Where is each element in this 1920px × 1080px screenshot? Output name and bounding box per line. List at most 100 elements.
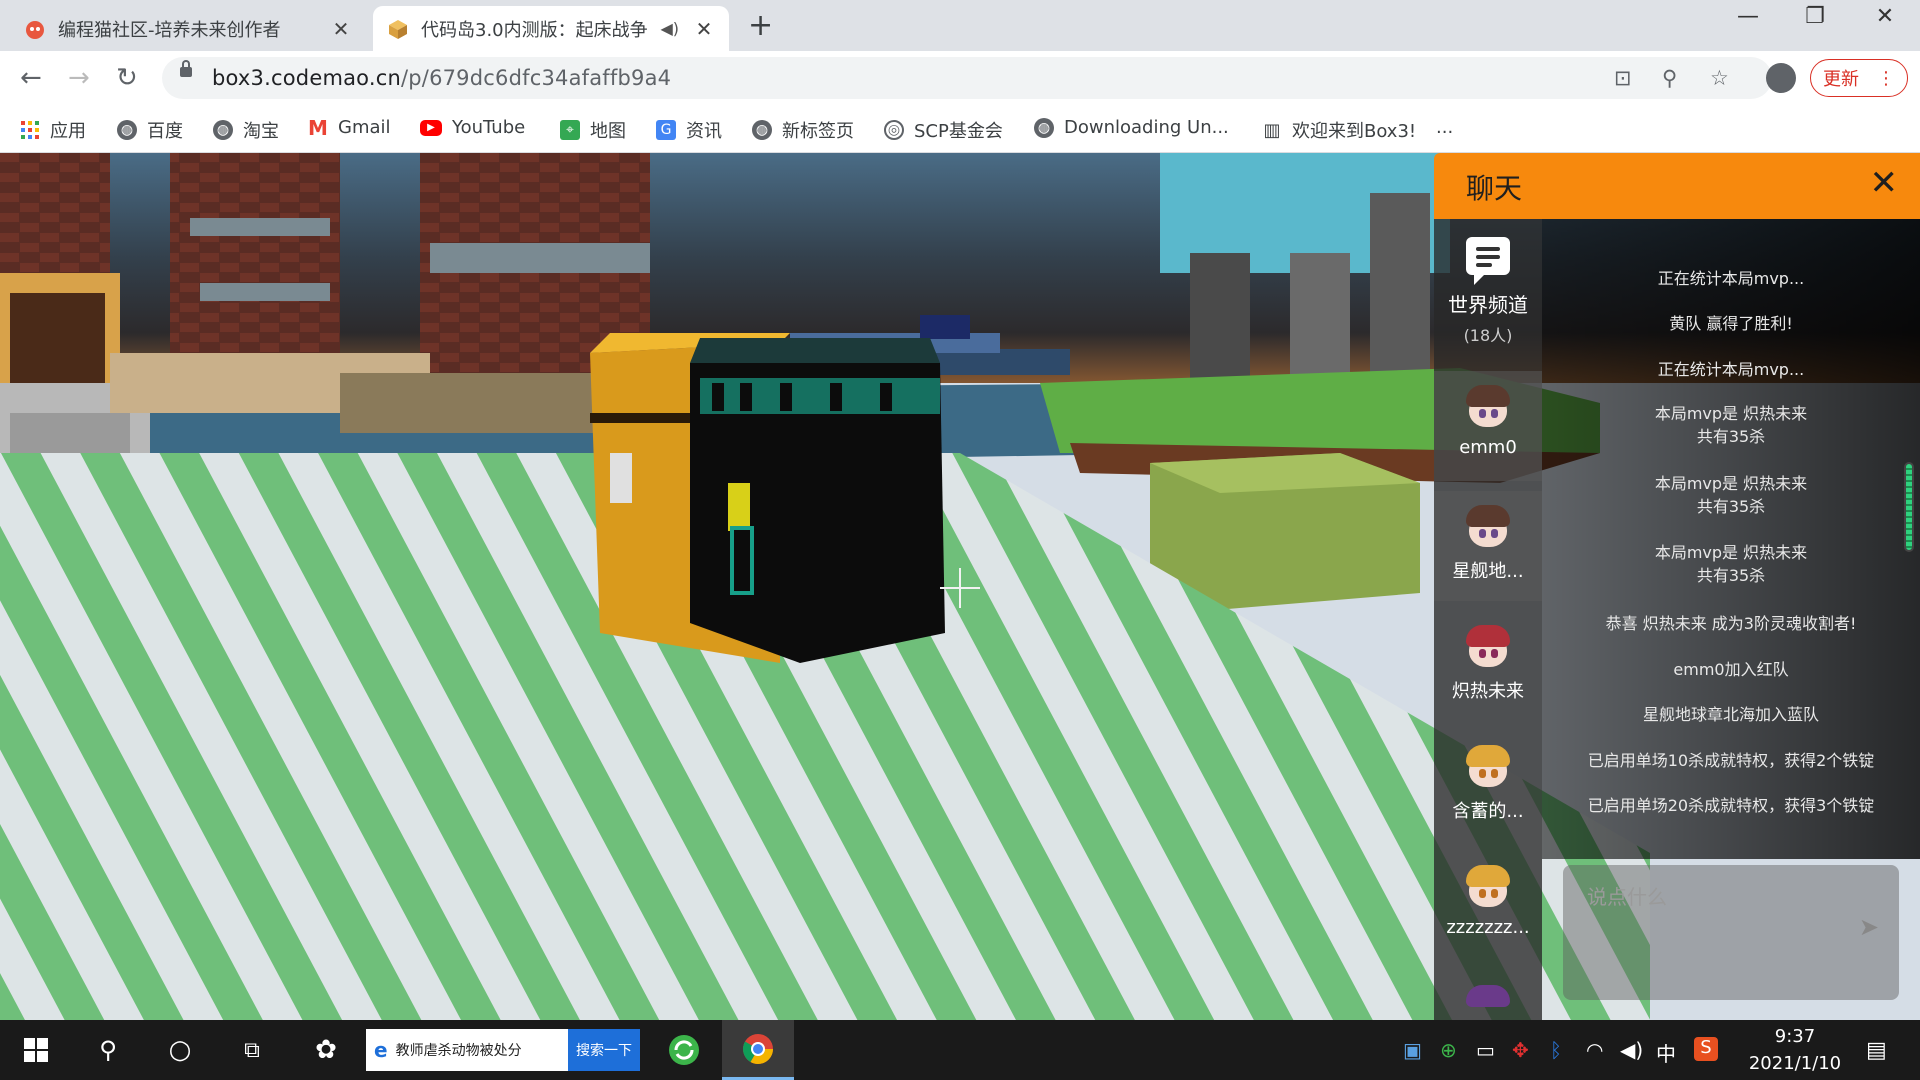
translate-icon[interactable]: ⊡ [1614, 66, 1632, 90]
profile-avatar-icon[interactable] [1766, 63, 1796, 93]
bookmark-taobao[interactable]: ◍ 淘宝 [213, 117, 279, 143]
player-name: 炽热未来 [1452, 681, 1524, 702]
green-refresh-app-icon[interactable] [662, 1020, 706, 1080]
chat-message: 星舰地球章北海加入蓝队 [1642, 705, 1819, 724]
lock-icon[interactable] [180, 60, 192, 77]
new-tab-button[interactable]: + [748, 8, 773, 43]
tab-close-icon[interactable]: ✕ [330, 17, 352, 41]
globe-icon: ◍ [213, 120, 233, 140]
chat-message: 正在统计本局mvp... [1657, 360, 1805, 379]
chat-message: 已启用单场10杀成就特权，获得2个铁锭 [1587, 751, 1875, 770]
notification-center-icon[interactable]: ▤ [1866, 1038, 1887, 1063]
chat-message: 正在统计本局mvp... [1657, 269, 1805, 288]
player-item[interactable] [1434, 971, 1542, 1020]
chat-title: 聊天 [1466, 172, 1523, 205]
chrome-taskbar-icon[interactable] [722, 1020, 794, 1080]
player-avatar [1465, 985, 1511, 1020]
player-avatar [1465, 865, 1511, 911]
browser-toolbar: ← → ↻ box3.codemao.cn/p/679dc6dfc34afaff… [0, 51, 1920, 105]
bluetooth-icon[interactable]: ᛒ [1550, 1038, 1562, 1062]
back-button[interactable]: ← [20, 63, 42, 93]
tray-plus-icon[interactable]: ⊕ [1440, 1038, 1457, 1062]
chat-message-list[interactable]: 正在统计本局mvp... 黄队 赢得了胜利! 正在统计本局mvp... 本局mv… [1542, 219, 1920, 859]
player-name: 含蓄的... [1452, 801, 1524, 822]
player-avatar [1465, 505, 1511, 551]
windows-taskbar: ⚲ ○ ⧉ ✿ e 教师虐杀动物被处分 搜索一下 ▣ ⊕ ▭ ✥ ᛒ ◠ ◀) … [0, 1020, 1920, 1080]
chat-message: emm0加入红队 [1673, 660, 1789, 679]
search-widget-button[interactable]: 搜索一下 [568, 1029, 640, 1071]
globe-icon: ◍ [1034, 117, 1054, 138]
player-avatar [1465, 385, 1511, 431]
tray-paw-icon[interactable]: ✥ [1512, 1038, 1529, 1062]
bookmark-gmail[interactable]: M Gmail [308, 116, 390, 140]
channel-name: 世界频道 [1448, 293, 1528, 317]
bookmark-youtube[interactable]: ▶ YouTube [420, 117, 525, 138]
zoom-icon[interactable]: ⚲ [1662, 66, 1677, 90]
tray-app-icon[interactable]: ▣ [1403, 1038, 1422, 1062]
menu-kebab-icon[interactable]: ⋮ [1877, 68, 1895, 89]
book-icon: ▥ [1263, 119, 1281, 141]
bookmark-baidu[interactable]: ◍ 百度 [117, 117, 183, 143]
start-windows-icon[interactable] [14, 1020, 58, 1080]
tab-title: 代码岛3.0内测版：起床战争 [421, 19, 648, 41]
youtube-icon: ▶ [420, 119, 442, 136]
taskbar-search-widget[interactable]: e 教师虐杀动物被处分 搜索一下 [366, 1029, 640, 1071]
clock-date: 2021/1/10 [1748, 1053, 1842, 1074]
task-view-icon[interactable]: ⧉ [230, 1020, 274, 1080]
player-item[interactable]: 炽热未来 [1434, 611, 1542, 721]
address-bar[interactable]: box3.codemao.cn/p/679dc6dfc34afaffb9a4 ⊡… [162, 57, 1772, 99]
reload-button[interactable]: ↻ [116, 63, 138, 93]
bookmarks-overflow[interactable]: ... [1436, 117, 1453, 138]
search-icon[interactable]: ⚲ [86, 1020, 130, 1080]
sogou-ime-icon[interactable]: S [1694, 1037, 1718, 1061]
ime-indicator[interactable]: 中 [1656, 1038, 1676, 1067]
audio-playing-icon[interactable]: ◀) [660, 19, 679, 38]
chat-bubble-icon [1466, 237, 1510, 285]
bookmarks-bar: 应用 ◍ 百度 ◍ 淘宝 M Gmail ▶ YouTube ⌖ 地图 G 资讯 ◍ 新标签页… [0, 105, 1920, 153]
channel-member-count: (18人) [1463, 326, 1513, 345]
bookmark-box3[interactable]: ▥ 欢迎来到Box3! [1262, 117, 1416, 143]
forward-button[interactable]: → [68, 63, 90, 93]
close-window-button[interactable]: ✕ [1862, 4, 1908, 29]
restore-button[interactable]: ❐ [1792, 4, 1838, 29]
url-text[interactable]: box3.codemao.cn/p/679dc6dfc34afaffb9a4 [212, 66, 671, 90]
chat-message: 本局mvp是 炽热未来 共有35杀 [1654, 404, 1808, 446]
cortana-icon[interactable]: ○ [158, 1020, 202, 1080]
player-item[interactable]: 含蓄的... [1434, 731, 1542, 841]
globe-icon: ◍ [752, 120, 772, 140]
send-icon[interactable]: ➤ [1859, 913, 1879, 941]
chat-input[interactable]: 说点什么 ➤ [1563, 865, 1899, 1000]
pinwheel-app-icon[interactable]: ✿ [304, 1020, 348, 1080]
volume-icon[interactable]: ◀) [1620, 1038, 1643, 1062]
bookmark-maps[interactable]: ⌖ 地图 [560, 117, 626, 143]
bookmark-star-icon[interactable]: ☆ [1710, 66, 1729, 90]
player-name: emm0 [1459, 437, 1517, 458]
bookmark-apps[interactable]: 应用 [20, 117, 86, 143]
tab-strip: 编程猫社区-培养未来创作者 ✕ 代码岛3.0内测版：起床战争 ◀) ✕ + — … [0, 0, 1920, 51]
chat-message: 黄队 赢得了胜利! [1669, 314, 1793, 333]
update-button[interactable]: 更新 ⋮ [1810, 59, 1908, 97]
bookmark-downloading[interactable]: ◍ Downloading Un... [1034, 117, 1229, 138]
bookmark-scp[interactable]: ◎ SCP基金会 [884, 117, 1003, 143]
codemao-favicon-icon [24, 18, 46, 40]
tab-close-icon[interactable]: ✕ [693, 17, 715, 41]
news-icon: G [656, 120, 676, 140]
minimize-button[interactable]: — [1725, 4, 1771, 29]
tray-battery-icon[interactable]: ▭ [1476, 1038, 1495, 1062]
clock-time: 9:37 [1774, 1026, 1816, 1047]
tab-codemao-community[interactable]: 编程猫社区-培养未来创作者 ✕ [10, 6, 366, 51]
tab-box3-game[interactable]: 代码岛3.0内测版：起床战争 ◀) ✕ [373, 6, 729, 51]
chat-scrollbar[interactable] [1904, 462, 1914, 552]
chat-close-button[interactable]: ✕ [1870, 163, 1899, 203]
player-item[interactable]: emm0 [1434, 371, 1542, 481]
channel-world[interactable]: 世界频道 (18人) [1434, 237, 1542, 357]
player-item[interactable]: 星舰地... [1434, 491, 1542, 601]
box3-favicon-icon [387, 18, 409, 40]
player-item[interactable]: zzzzzzz... [1434, 851, 1542, 961]
player-avatar [1465, 745, 1511, 791]
bookmark-news[interactable]: G 资讯 [656, 117, 722, 143]
chat-message: 恭喜 炽热未来 成为3阶灵魂收割者! [1605, 614, 1857, 633]
taskbar-clock[interactable]: 9:37 2021/1/10 [1740, 1026, 1850, 1074]
bookmark-newtab[interactable]: ◍ 新标签页 [752, 117, 854, 143]
wifi-icon[interactable]: ◠ [1586, 1038, 1603, 1062]
